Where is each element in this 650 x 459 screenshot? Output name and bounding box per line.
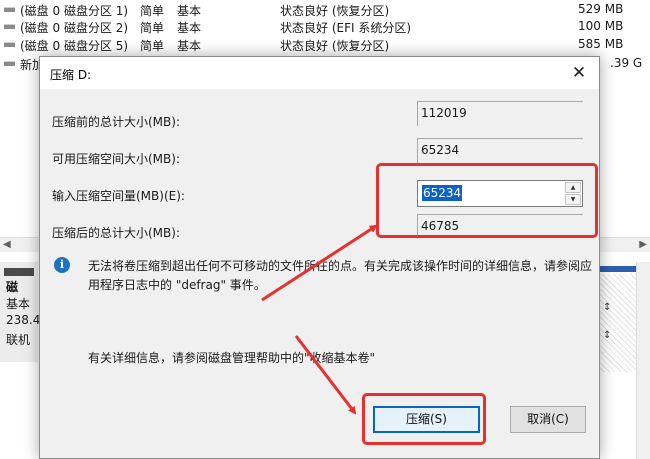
volume-size: 585 MB: [578, 37, 624, 51]
volume-status: 状态良好 (恢复分区): [280, 39, 390, 53]
partition-arrow-icon: ↕: [603, 330, 612, 341]
volume-row[interactable]: (磁盘 0 磁盘分区 2) 简单 基本 状态良好 (EFI 系统分区) 100 …: [0, 17, 650, 36]
scroll-left-icon[interactable]: ◀: [3, 239, 11, 250]
info-icon: i: [54, 257, 70, 273]
volume-icon: [4, 7, 15, 12]
available-value: 65234: [417, 138, 583, 163]
total-before-value: 112019: [417, 101, 583, 126]
volume-type: 基本: [177, 39, 202, 53]
disk-label[interactable]: 磁 基本 238.4 联机: [0, 262, 41, 362]
disk-type: 基本: [6, 297, 31, 311]
spin-up-icon[interactable]: ▲: [565, 182, 581, 193]
close-icon[interactable]: ✕: [567, 61, 591, 85]
volume-icon: [4, 42, 15, 47]
dialog-titlebar: 压缩 D: ✕: [40, 57, 599, 89]
vertical-scrollbar[interactable]: [636, 262, 650, 459]
help-link-text: 有关详细信息，请参阅磁盘管理帮助中的"收缩基本卷": [88, 351, 376, 365]
volume-name: (磁盘 0 磁盘分区 5): [20, 39, 129, 53]
scroll-right-icon[interactable]: ▶: [639, 239, 647, 250]
shrink-button[interactable]: 压缩(S): [373, 406, 480, 433]
volume-size: .39 G: [610, 56, 643, 70]
total-after-label: 压缩后的总计大小(MB):: [52, 226, 180, 240]
spin-down-icon[interactable]: ▼: [565, 194, 581, 205]
disk-name: 磁: [6, 280, 19, 294]
total-after-value: 46785: [417, 214, 583, 239]
info-message: 无法将卷压缩到超出任何不可移动的文件所在的点。有关完成该操作时间的详细信息，请参…: [88, 259, 593, 292]
disk-status: 联机: [6, 333, 31, 347]
shrink-dialog: 压缩 D: ✕ 压缩前的总计大小(MB): 112019 可用压缩空间大小(MB…: [39, 56, 600, 459]
partition-arrow-icon: ↕: [603, 302, 612, 313]
shrink-amount-input[interactable]: 65234: [422, 185, 463, 201]
volume-layout: 简单: [140, 21, 165, 35]
total-before-label: 压缩前的总计大小(MB):: [52, 115, 180, 129]
volume-layout: 简单: [140, 39, 165, 53]
spin-buttons: ▲ ▼: [565, 182, 581, 205]
volume-size: 100 MB: [578, 19, 624, 33]
cancel-button[interactable]: 取消(C): [510, 406, 586, 433]
volume-icon: [4, 61, 15, 66]
dialog-title: 压缩 D:: [50, 68, 92, 82]
selected-text: 65234: [422, 185, 463, 201]
available-label: 可用压缩空间大小(MB):: [52, 152, 180, 166]
shrink-amount-stepper[interactable]: 65234 ▲ ▼: [417, 180, 583, 207]
volume-size: 529 MB: [578, 2, 624, 16]
volume-row[interactable]: (磁盘 0 磁盘分区 5) 简单 基本 状态良好 (恢复分区) 585 MB: [0, 35, 650, 54]
volume-status: 状态良好 (EFI 系统分区): [280, 21, 412, 35]
volume-name: (磁盘 0 磁盘分区 2): [20, 21, 129, 35]
disk-size: 238.4: [6, 313, 41, 327]
volume-icon: [4, 24, 15, 29]
disk-icon: [4, 268, 34, 276]
volume-type: 基本: [177, 21, 202, 35]
shrink-amount-label: 输入压缩空间量(MB)(E):: [52, 189, 185, 203]
